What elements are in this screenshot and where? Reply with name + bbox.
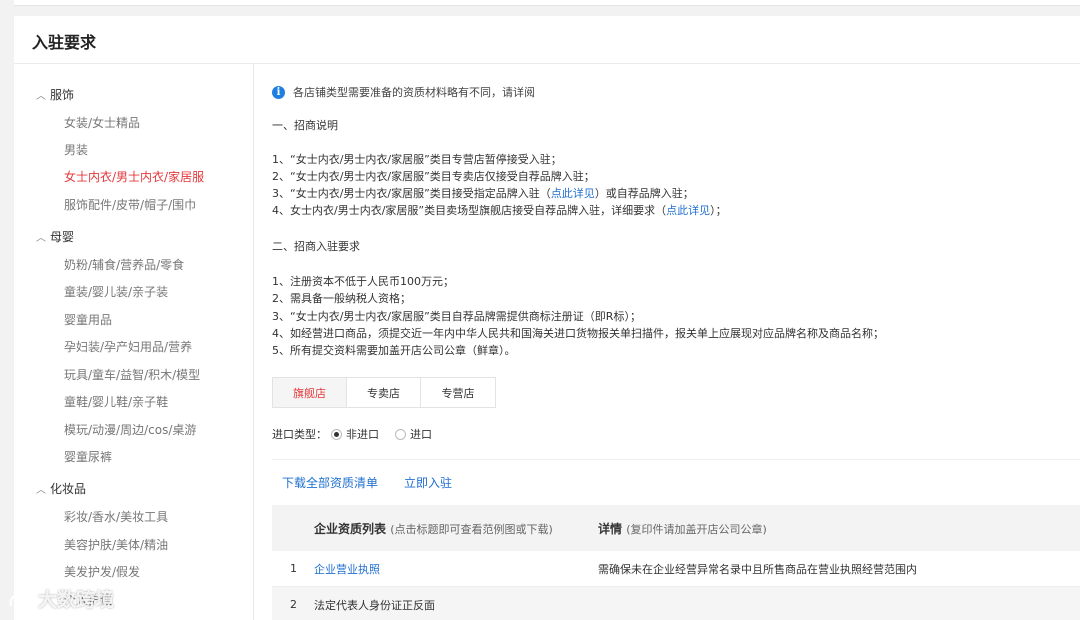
sidebar-item[interactable]: 美容护肤/美体/精油 [64,536,168,553]
category-label: 服饰 [50,88,75,102]
sidebar-item[interactable]: 玩具/童车/益智/积木/模型 [64,366,200,383]
notice-text: 各店铺类型需要准备的资质材料略有不同，请详阅 [293,86,535,99]
radio-unchecked-icon [395,428,406,440]
detail-link[interactable]: 点此详见 [666,204,710,217]
sidebar-item[interactable]: 孕妇装/孕产妇用品/营养 [64,338,192,355]
action-links: 下载全部资质清单 立即入驻 [282,474,452,491]
rule-line: 1、“女士内衣/男士内衣/家居服”类目专营店暂停接受入驻； [272,153,562,166]
category-cosmetics[interactable]: ︿ 化妆品 [36,480,86,497]
sidebar-item[interactable]: 美发护发/假发 [64,563,140,580]
table-row: 1 企业营业执照 需确保未在企业经营异常名录中且所售商品在营业执照经营范围内 [272,551,1080,587]
tab-specialty[interactable]: 专营店 [421,378,495,407]
section-title: 一、招商说明 [272,119,338,132]
sidebar-item[interactable]: 童装/婴儿装/亲子装 [64,283,168,300]
sidebar-item[interactable]: 童鞋/婴儿鞋/亲子鞋 [64,393,168,410]
category-label: 化妆品 [50,482,87,496]
apply-now-link[interactable]: 立即入驻 [404,474,452,491]
category-sidebar: ︿ 服饰 女装/女士精品 男装 女士内衣/男士内衣/家居服 服饰配件/皮带/帽子… [14,64,254,620]
table-row: 2 法定代表人身份证正反面 [272,587,1080,620]
sidebar-item[interactable]: 模玩/动漫/周边/cos/桌游 [64,421,196,438]
page-header: 入驻要求 [14,16,1080,64]
sidebar-item[interactable]: 女装/女士精品 [64,114,140,131]
tab-flagship[interactable]: 旗舰店 [273,378,347,407]
sidebar-item-active[interactable]: 女士内衣/男士内衣/家居服 [64,168,204,185]
radio-label: 非进口 [346,428,379,441]
tab-exclusive[interactable]: 专卖店 [347,378,421,407]
divider [272,459,1080,460]
rule-line: 4、女士内衣/男士内衣/家居服”类目卖场型旗舰店接受自荐品牌入驻，详细要求（点此… [272,202,727,218]
detail-link[interactable]: 点此详见 [551,187,595,200]
rule-line: 3、“女士内衣/男士内衣/家居服”类目自荐品牌需提供商标注册证（即R标）； [272,310,641,323]
chevron-up-icon: ︿ [36,485,46,496]
radio-label: 进口 [410,428,432,441]
qualification-link[interactable]: 企业营业执照 [314,561,380,577]
info-notice: i 各店铺类型需要准备的资质材料略有不同，请详阅 [272,84,535,100]
import-label: 进口类型： [272,428,327,441]
watermark-text: 大数跨境 [38,589,115,611]
category-label: 母婴 [50,230,75,244]
rule-text: 4、女士内衣/男士内衣/家居服”类目卖场型旗舰店接受自荐品牌入驻，详细要求（ [272,204,667,217]
import-type-selector: 进口类型： 非进口 进口 [272,426,444,442]
radio-import[interactable]: 进口 [395,426,432,442]
sidebar-item[interactable]: 奶粉/辅食/营养品/零食 [64,256,184,273]
download-list-link[interactable]: 下载全部资质清单 [282,474,378,491]
top-bar [14,0,1080,6]
chevron-up-icon: ︿ [36,233,46,244]
rule-line: 2、需具备一般纳税人资格； [272,292,411,305]
radio-non-import[interactable]: 非进口 [331,426,379,442]
store-type-tabs: 旗舰店 专卖店 专营店 [272,377,496,408]
rule-line: 4、如经营进口商品，须提交近一年内中华人民共和国海关进口货物报关单扫描件，报关单… [272,327,884,340]
page-title: 入驻要求 [32,33,97,52]
category-maternity[interactable]: ︿ 母婴 [36,228,74,245]
row-index: 2 [290,598,297,611]
rule-text: ）或自荐品牌入驻； [594,187,694,200]
sidebar-item[interactable]: 服饰配件/皮带/帽子/围巾 [64,196,196,213]
category-apparel[interactable]: ︿ 服饰 [36,86,74,103]
row-detail: 需确保未在企业经营异常名录中且所售商品在营业执照经营范围内 [598,562,917,576]
rule-text: 3、“女士内衣/男士内衣/家居服”类目接受指定品牌入驻（ [272,187,551,200]
sidebar-item[interactable]: 婴童用品 [64,311,112,328]
watermark-logo-icon [9,591,33,607]
info-icon: i [272,85,285,99]
sidebar-item[interactable]: 婴童尿裤 [64,448,112,465]
table-header: 企业资质列表 (点击标题即可查看范例图或下载) 详情 (复印件请加盖开店公司公章… [272,505,1080,551]
rule-line: 3、“女士内衣/男士内衣/家居服”类目接受指定品牌入驻（点此详见）或自荐品牌入驻… [272,185,694,201]
rule-text: ）； [710,204,727,217]
sidebar-item[interactable]: 男装 [64,141,88,158]
column-header-details: 详情 (复印件请加盖开店公司公章) [598,521,767,536]
rule-line: 1、注册资本不低于人民币100万元； [272,275,454,288]
column-header-qualifications: 企业资质列表 (点击标题即可查看范例图或下载) [314,521,553,536]
rule-line: 2、“女士内衣/男士内衣/家居服”类目专卖店仅接受自荐品牌入驻； [272,170,595,183]
chevron-up-icon: ︿ [36,91,46,102]
radio-checked-icon [331,428,342,440]
qualification-name: 法定代表人身份证正反面 [314,598,435,612]
requirements-panel: i 各店铺类型需要准备的资质材料略有不同，请详阅 一、招商说明 1、“女士内衣/… [254,64,1080,620]
section-title: 二、招商入驻要求 [272,240,360,253]
row-index: 1 [290,562,297,575]
rule-line: 5、所有提交资料需要加盖开店公司公章（鲜章）。 [272,344,516,357]
sidebar-item[interactable]: 彩妆/香水/美妆工具 [64,508,168,525]
watermark: 大数跨境 [8,585,114,612]
